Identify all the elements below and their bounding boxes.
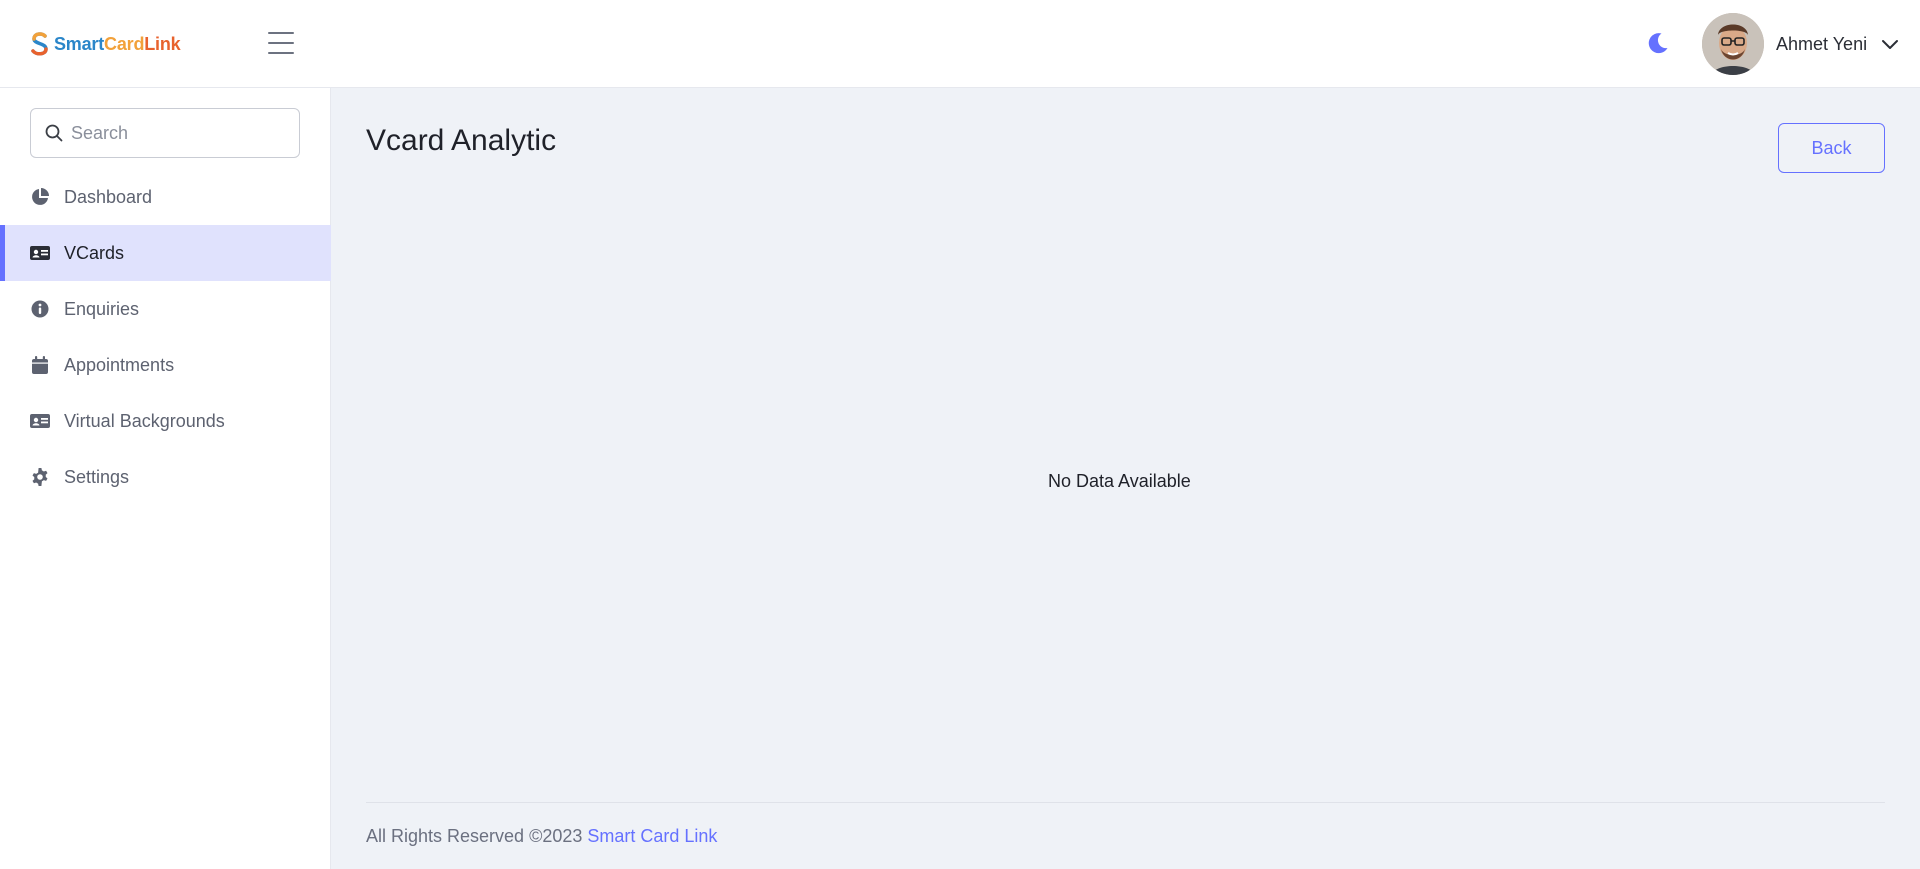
search-box: [30, 108, 300, 158]
sidebar: Dashboard VCards Enquiries Appointments …: [0, 88, 331, 869]
chevron-down-icon: [1882, 40, 1899, 49]
top-header: SmartCardLink Ahmet Yeni: [0, 0, 1920, 88]
dark-mode-moon-icon[interactable]: [1646, 31, 1670, 55]
logo-text-smart: Smart: [54, 33, 105, 54]
sidebar-item-label: Dashboard: [64, 186, 153, 207]
menu-toggle-icon[interactable]: [268, 32, 294, 54]
empty-state-message: No Data Available: [1048, 471, 1191, 491]
id-card-icon: [30, 243, 50, 263]
logo-text-link: Link: [144, 33, 181, 54]
logo-text-card: Card: [104, 33, 145, 54]
sidebar-item-label: Settings: [64, 466, 130, 487]
id-card-icon: [30, 411, 50, 431]
logo-mark-icon: [31, 32, 48, 56]
gear-icon: [30, 467, 50, 487]
sidebar-item-dashboard[interactable]: Dashboard: [0, 169, 331, 225]
avatar-face-icon: [1702, 13, 1764, 75]
footer: All Rights Reserved ©2023 Smart Card Lin…: [366, 826, 717, 847]
menu-bar: [268, 32, 294, 34]
footer-copyright: All Rights Reserved ©2023: [366, 826, 583, 846]
avatar: [1702, 13, 1764, 75]
footer-link[interactable]: Smart Card Link: [587, 826, 717, 846]
user-name: Ahmet Yeni: [1776, 33, 1868, 54]
search-input[interactable]: [71, 122, 291, 144]
brand-logo[interactable]: SmartCardLink: [30, 30, 181, 58]
sidebar-nav: Dashboard VCards Enquiries Appointments …: [0, 169, 331, 505]
menu-bar: [268, 52, 294, 54]
pie-chart-icon: [30, 187, 50, 207]
back-button[interactable]: Back: [1778, 123, 1885, 173]
info-circle-icon: [30, 299, 50, 319]
footer-divider: [366, 802, 1885, 803]
sidebar-item-settings[interactable]: Settings: [0, 449, 331, 505]
sidebar-item-label: VCards: [64, 242, 125, 263]
page-title: Vcard Analytic: [366, 124, 557, 157]
sidebar-item-label: Appointments: [64, 354, 175, 375]
search-icon: [45, 124, 63, 142]
sidebar-item-virtual-backgrounds[interactable]: Virtual Backgrounds: [0, 393, 331, 449]
sidebar-item-appointments[interactable]: Appointments: [0, 337, 331, 393]
logo-text: SmartCardLink: [54, 33, 181, 55]
sidebar-item-label: Enquiries: [64, 298, 140, 319]
user-menu[interactable]: Ahmet Yeni: [1702, 12, 1899, 76]
sidebar-item-enquiries[interactable]: Enquiries: [0, 281, 331, 337]
sidebar-item-vcards[interactable]: VCards: [0, 225, 331, 281]
calendar-icon: [30, 355, 50, 375]
menu-bar: [268, 42, 294, 44]
sidebar-item-label: Virtual Backgrounds: [64, 410, 225, 431]
